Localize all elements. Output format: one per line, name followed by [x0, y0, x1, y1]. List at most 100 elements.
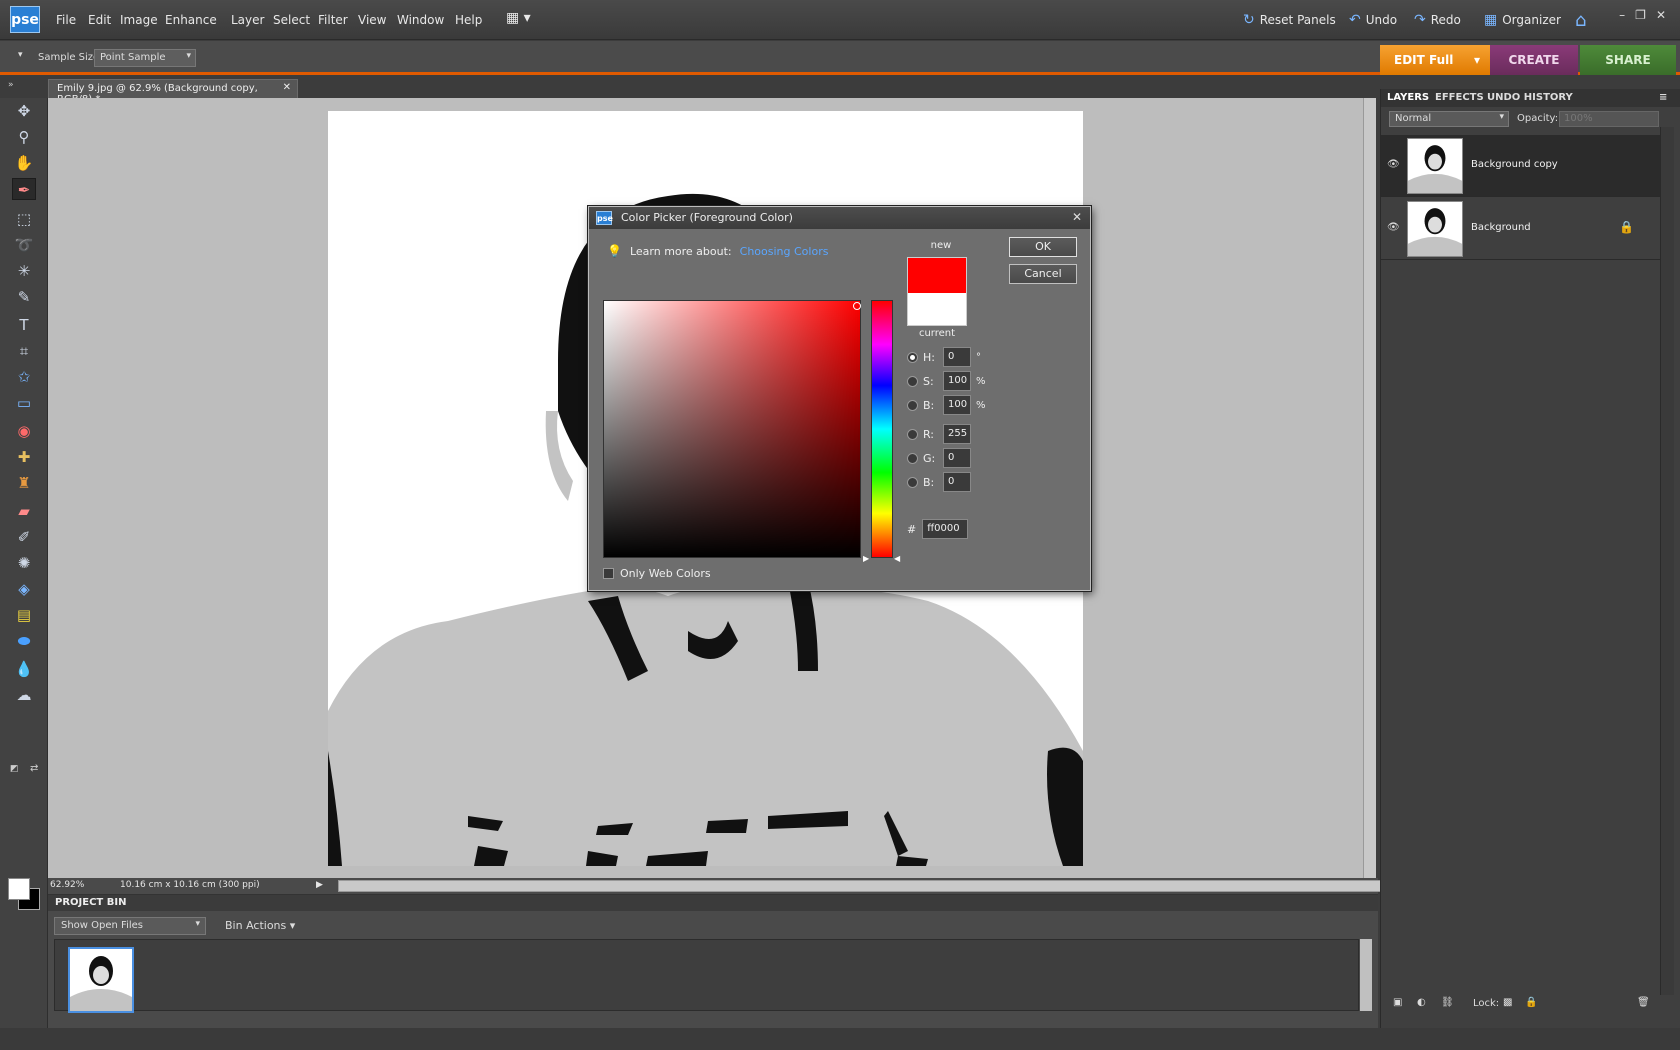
close-icon[interactable]: ✕	[1656, 8, 1666, 22]
undo-button[interactable]: ↶ Undo	[1349, 12, 1397, 28]
close-icon[interactable]: ✕	[1072, 210, 1082, 224]
cookie-cutter-tool-icon[interactable]: ✩	[12, 366, 36, 388]
tab-share[interactable]: SHARE	[1580, 45, 1676, 75]
status-menu-arrow-icon[interactable]: ▶	[316, 880, 323, 890]
color-field[interactable]	[603, 300, 861, 558]
bin-thumbnail[interactable]	[68, 947, 134, 1013]
canvas-vertical-scrollbar[interactable]	[1363, 98, 1376, 878]
red-eye-tool-icon[interactable]: ◉	[12, 420, 36, 442]
menu-view[interactable]: View	[358, 13, 386, 27]
move-tool-icon[interactable]: ✥	[12, 100, 36, 122]
smart-brush-tool-icon[interactable]: ✺	[12, 552, 36, 574]
hue-slider-left-arrow-icon[interactable]: ▶	[863, 554, 869, 563]
sponge-tool-icon[interactable]: ☁	[12, 684, 36, 706]
tab-edit-full[interactable]: EDIT Full ▾	[1380, 45, 1490, 75]
gradient-tool-icon[interactable]: ▤	[12, 604, 36, 626]
crop-tool-icon[interactable]: ⌗	[12, 340, 36, 362]
green-field[interactable]: 0	[943, 448, 971, 468]
minimize-icon[interactable]: –	[1619, 8, 1625, 22]
green-radio[interactable]	[907, 452, 918, 464]
type-tool-icon[interactable]: T	[12, 314, 36, 336]
layers-scrollbar[interactable]	[1660, 127, 1674, 995]
cancel-button[interactable]: Cancel	[1009, 264, 1077, 284]
redo-button[interactable]: ↷ Redo	[1414, 12, 1461, 28]
magic-wand-tool-icon[interactable]: ✳	[12, 260, 36, 282]
swap-colors-icon[interactable]: ⇄	[30, 763, 38, 774]
lock-all-icon[interactable]: 🔒	[1525, 997, 1537, 1008]
lasso-tool-icon[interactable]: ➰	[12, 234, 36, 256]
menu-window[interactable]: Window	[397, 13, 444, 27]
ok-button[interactable]: OK	[1009, 237, 1077, 257]
adjustment-layer-icon[interactable]: ◐	[1417, 997, 1426, 1008]
restore-icon[interactable]: ❐	[1635, 8, 1646, 22]
menu-layer[interactable]: Layer	[231, 13, 264, 27]
saturation-field[interactable]: 100	[943, 371, 971, 391]
document-tab[interactable]: Emily 9.jpg @ 62.9% (Background copy, RG…	[48, 79, 298, 105]
bin-actions-button[interactable]: Bin Actions ▾	[225, 919, 295, 932]
checkbox-box[interactable]	[603, 568, 614, 579]
link-layers-icon[interactable]: ⛓	[1441, 997, 1454, 1008]
bin-scrollbar[interactable]	[1360, 939, 1372, 1011]
hue-radio[interactable]	[907, 351, 918, 363]
saturation-radio[interactable]	[907, 375, 918, 387]
healing-brush-tool-icon[interactable]: ✚	[12, 446, 36, 468]
straighten-tool-icon[interactable]: ▭	[12, 392, 36, 414]
default-colors-icon[interactable]: ◩	[10, 764, 19, 774]
menu-file[interactable]: File	[56, 13, 76, 27]
tab-layers[interactable]: LAYERS	[1387, 92, 1429, 103]
choosing-colors-link[interactable]: Choosing Colors	[740, 245, 829, 258]
eye-icon[interactable]: 👁	[1387, 222, 1400, 233]
quick-selection-tool-icon[interactable]: ✎	[12, 286, 36, 308]
red-field[interactable]: 255	[943, 424, 971, 444]
current-color-swatch[interactable]	[907, 293, 967, 326]
blue-radio[interactable]	[907, 476, 918, 488]
layer-row[interactable]: 👁 Background 🔒	[1381, 198, 1660, 260]
sample-size-select[interactable]: Point Sample	[94, 49, 196, 67]
blue-field[interactable]: 0	[943, 472, 971, 492]
panel-menu-icon[interactable]: ≡	[1659, 92, 1667, 103]
brush-tool-icon[interactable]: ✐	[12, 526, 36, 548]
tab-undo-history[interactable]: UNDO HISTORY	[1487, 92, 1573, 103]
blur-tool-icon[interactable]: 💧	[12, 658, 36, 680]
foreground-color-swatch[interactable]	[8, 878, 30, 900]
clone-stamp-tool-icon[interactable]: ♜	[12, 472, 36, 494]
hand-tool-icon[interactable]: ✋	[12, 152, 36, 174]
delete-layer-icon[interactable]: 🗑	[1637, 997, 1650, 1008]
menu-image[interactable]: Image	[120, 13, 158, 27]
opacity-field[interactable]: 100%	[1559, 111, 1659, 127]
menu-enhance[interactable]: Enhance	[165, 13, 217, 27]
red-radio[interactable]	[907, 428, 918, 440]
menu-help[interactable]: Help	[455, 13, 482, 27]
eyedropper-tool-icon[interactable]: ✒	[12, 178, 36, 200]
canvas-horizontal-scrollbar[interactable]	[338, 880, 1408, 892]
workspace-layout-icon[interactable]: ▦ ▾	[506, 10, 531, 26]
paint-bucket-tool-icon[interactable]: ◈	[12, 578, 36, 600]
hex-field[interactable]: ff0000	[922, 519, 969, 539]
menu-select[interactable]: Select	[273, 13, 310, 27]
layer-row[interactable]: 👁 Background copy	[1381, 135, 1660, 197]
organizer-button[interactable]: ▦ Organizer	[1484, 12, 1561, 28]
hue-field[interactable]: 0	[943, 347, 971, 367]
new-layer-icon[interactable]: ▣	[1393, 997, 1402, 1008]
eraser-tool-icon[interactable]: ▰	[12, 500, 36, 522]
hue-slider-right-arrow-icon[interactable]: ◀	[894, 554, 900, 563]
eye-icon[interactable]: 👁	[1387, 159, 1400, 170]
tab-create[interactable]: CREATE	[1490, 45, 1578, 75]
lock-transparency-icon[interactable]: ▩	[1503, 997, 1512, 1008]
tool-preset-icon[interactable]: ▾	[18, 50, 23, 60]
tab-effects[interactable]: EFFECTS	[1435, 92, 1484, 103]
menu-filter[interactable]: Filter	[318, 13, 348, 27]
blend-mode-select[interactable]: Normal	[1389, 111, 1509, 127]
shape-tool-icon[interactable]: ⬬	[12, 630, 36, 652]
hue-slider[interactable]	[871, 300, 893, 558]
reset-panels-button[interactable]: ↻ Reset Panels	[1243, 12, 1336, 28]
color-field-cursor[interactable]	[853, 302, 861, 310]
close-tab-icon[interactable]: ✕	[283, 82, 291, 93]
bin-show-select[interactable]: Show Open Files	[54, 917, 206, 935]
zoom-tool-icon[interactable]: ⚲	[12, 126, 36, 148]
brightness-field[interactable]: 100	[943, 395, 971, 415]
home-icon[interactable]: ⌂	[1575, 10, 1586, 31]
marquee-tool-icon[interactable]: ⬚	[12, 208, 36, 230]
menu-edit[interactable]: Edit	[88, 13, 111, 27]
only-web-colors-checkbox[interactable]: Only Web Colors	[603, 567, 711, 580]
